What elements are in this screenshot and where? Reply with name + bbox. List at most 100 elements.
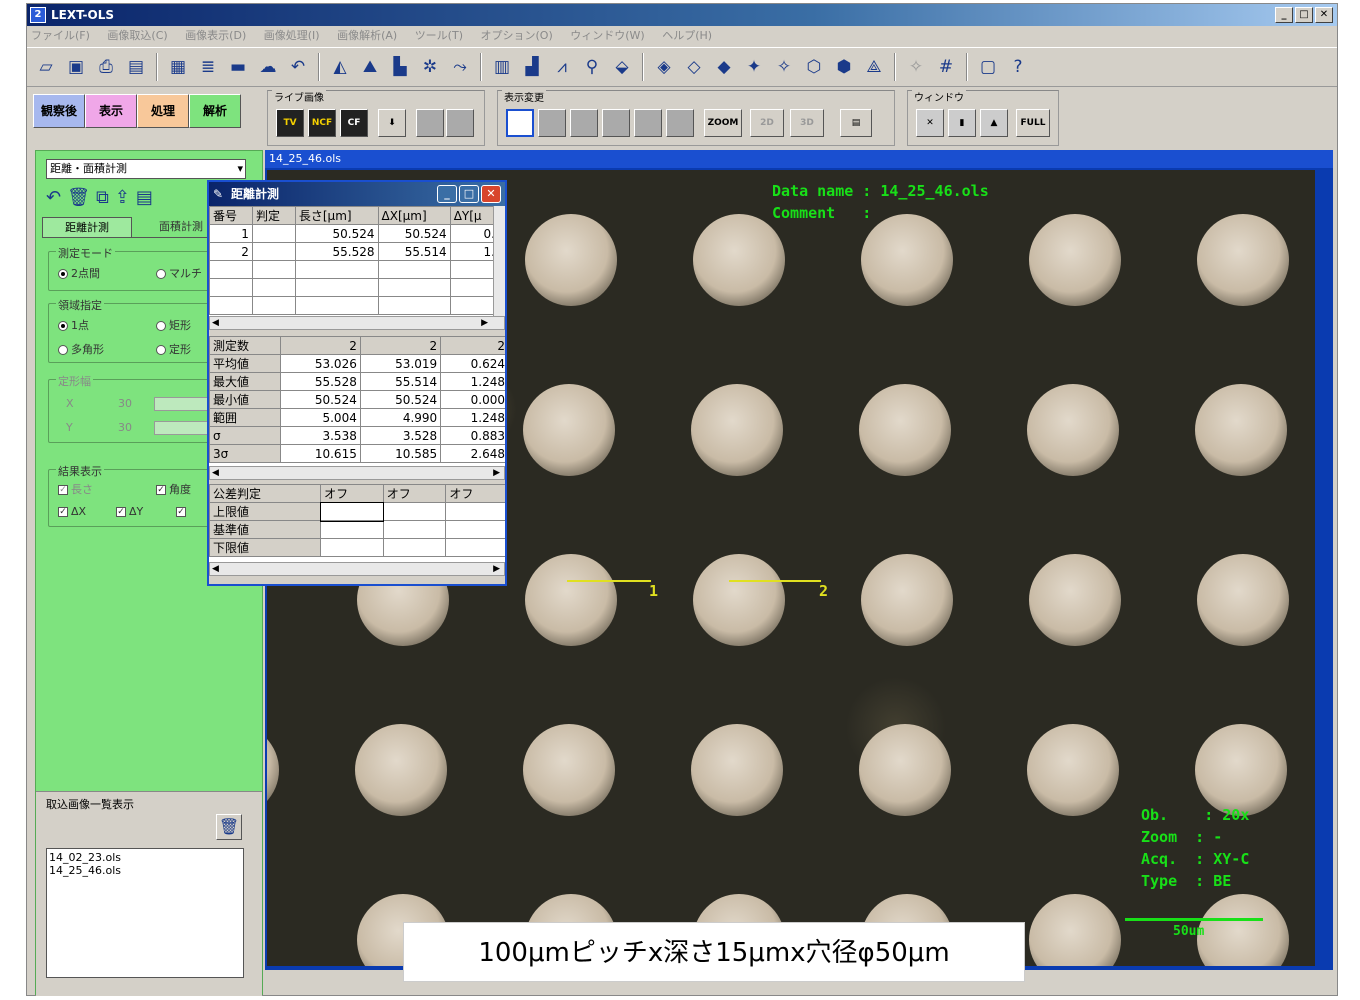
mode-observe-button[interactable]: 観察後: [33, 94, 85, 128]
measure-a-icon[interactable]: ◈: [651, 54, 677, 80]
undo-icon[interactable]: ↶: [46, 187, 61, 208]
menu-capture[interactable]: 画像取込(C): [107, 29, 167, 42]
grid-icon[interactable]: ▥: [489, 54, 515, 80]
open-icon[interactable]: ▱: [33, 54, 59, 80]
stats-row: 最大値 55.528 55.514 1.248: [209, 372, 505, 391]
menu-analysis[interactable]: 画像解析(A): [337, 29, 397, 42]
single-view-button[interactable]: [506, 109, 534, 137]
stats-hscrollbar[interactable]: ◀ ▶: [209, 466, 505, 480]
results-vscrollbar[interactable]: [493, 206, 505, 316]
zoom-dropdown[interactable]: ZOOM: [704, 109, 742, 137]
line-icon[interactable]: ⤳: [447, 54, 473, 80]
stack-icon[interactable]: ▬: [225, 54, 251, 80]
region-poly-radio[interactable]: 多角形: [58, 341, 104, 357]
measurement-type-select[interactable]: 距離・面積計測 ▾: [46, 159, 246, 179]
minimize-button[interactable]: _: [1275, 7, 1293, 23]
layers-icon[interactable]: ≣: [195, 54, 221, 80]
measure-b-icon[interactable]: ◇: [681, 54, 707, 80]
profile-icon[interactable]: ◭: [327, 54, 353, 80]
table-cell: 55.528: [294, 242, 379, 261]
tolerance-input[interactable]: [445, 538, 505, 557]
tv-button[interactable]: TV: [276, 109, 304, 137]
menu-window[interactable]: ウィンドウ(W): [570, 29, 644, 42]
undo-icon[interactable]: ↶: [285, 54, 311, 80]
mode-2pt-radio[interactable]: 2点間: [58, 265, 100, 281]
search-icon[interactable]: ⚲: [579, 54, 605, 80]
extra-checkbox[interactable]: ✓: [176, 505, 189, 518]
file-item[interactable]: 14_02_23.ols: [49, 851, 241, 864]
cloud-icon[interactable]: ☁: [255, 54, 281, 80]
trash-icon[interactable]: 🗑: [67, 187, 90, 208]
tolerance-input[interactable]: [320, 520, 384, 539]
menu-display[interactable]: 画像表示(D): [185, 29, 246, 42]
maximize-button[interactable]: □: [1295, 7, 1313, 23]
close-button[interactable]: ✕: [1315, 7, 1333, 23]
display-settings-button[interactable]: ▤: [840, 109, 872, 137]
tolerance-input[interactable]: [445, 520, 505, 539]
measure-e-icon[interactable]: ✧: [771, 54, 797, 80]
menu-tools[interactable]: ツール(T): [415, 29, 463, 42]
mode-multi-radio[interactable]: マルチ: [156, 265, 202, 281]
ncf-button[interactable]: NCF: [308, 109, 336, 137]
surface-icon[interactable]: ⛰: [357, 54, 383, 80]
thumbnail-delete-button[interactable]: 🗑: [216, 814, 242, 840]
file-item[interactable]: 14_25_46.ols: [49, 864, 241, 877]
measure-f-icon[interactable]: ⬡: [801, 54, 827, 80]
menu-file[interactable]: ファイル(F): [31, 29, 90, 42]
tolerance-hscrollbar[interactable]: ◀ ▶: [209, 562, 505, 576]
dialog-maximize-button[interactable]: □: [459, 185, 479, 203]
full-button[interactable]: FULL: [1016, 109, 1050, 137]
tolerance-input[interactable]: [319, 501, 385, 522]
menu-help[interactable]: ヘルプ(H): [662, 29, 712, 42]
measure-line-1[interactable]: [567, 580, 651, 582]
report-icon[interactable]: ▤: [123, 54, 149, 80]
radio-icon: [156, 345, 166, 355]
tolerance-input[interactable]: [382, 520, 447, 539]
particle-icon[interactable]: ✲: [417, 54, 443, 80]
tolerance-input[interactable]: [320, 538, 384, 557]
menu-options[interactable]: オプション(O): [481, 29, 553, 42]
tolerance-input[interactable]: [445, 502, 505, 521]
step-icon[interactable]: ▙: [387, 54, 413, 80]
image-tab[interactable]: 14_25_46.ols: [265, 150, 1333, 168]
measure-h-icon[interactable]: ⟁: [861, 54, 887, 80]
measure-c-icon[interactable]: ◆: [711, 54, 737, 80]
tilt-icon[interactable]: ⬙: [609, 54, 635, 80]
roughness-icon[interactable]: ⩘: [549, 54, 575, 80]
window-icon[interactable]: ▢: [975, 54, 1001, 80]
print-icon[interactable]: ⎙: [93, 54, 119, 80]
region-1pt-radio[interactable]: 1点: [58, 317, 89, 333]
empty-cell: [294, 296, 379, 315]
menu-processing[interactable]: 画像処理(I): [264, 29, 320, 42]
clipboard-icon[interactable]: ▤: [136, 187, 153, 208]
cf-button[interactable]: CF: [340, 109, 368, 137]
histogram-icon[interactable]: ▟: [519, 54, 545, 80]
table-row[interactable]: 1 50.524 50.524 0.: [209, 224, 500, 243]
dimple: [525, 554, 617, 646]
tab-distance[interactable]: 距離計測: [42, 217, 132, 237]
export-icon[interactable]: ⇪: [115, 187, 130, 208]
help-icon[interactable]: ?: [1005, 54, 1031, 80]
capture-button[interactable]: ⬇: [378, 109, 406, 137]
save-icon[interactable]: ▣: [63, 54, 89, 80]
mode-process-button[interactable]: 処理: [137, 94, 189, 128]
copy-icon[interactable]: ⧉: [96, 187, 109, 208]
table-row[interactable]: 2 55.528 55.514 1.: [209, 242, 500, 261]
dialog-minimize-button[interactable]: _: [437, 185, 457, 203]
tolerance-input[interactable]: [382, 538, 447, 557]
hash-icon[interactable]: #: [933, 54, 959, 80]
angle-checkbox[interactable]: ✓ 角度: [156, 481, 191, 497]
measure-line-2[interactable]: [729, 580, 821, 582]
capture-icon[interactable]: ▦: [165, 54, 191, 80]
dx-checkbox[interactable]: ✓ ΔX: [58, 505, 86, 518]
mode-display-button[interactable]: 表示: [85, 94, 137, 128]
tolerance-input[interactable]: [382, 502, 447, 521]
region-rect-radio[interactable]: 矩形: [156, 317, 191, 333]
measure-g-icon[interactable]: ⬢: [831, 54, 857, 80]
results-hscrollbar[interactable]: ◀ ▶: [209, 316, 505, 330]
measure-d-icon[interactable]: ✦: [741, 54, 767, 80]
mode-analysis-button[interactable]: 解析: [189, 94, 241, 128]
dy-checkbox[interactable]: ✓ ΔY: [116, 505, 143, 518]
dialog-close-button[interactable]: ✕: [481, 185, 501, 203]
region-fixed-radio[interactable]: 定形: [156, 341, 191, 357]
